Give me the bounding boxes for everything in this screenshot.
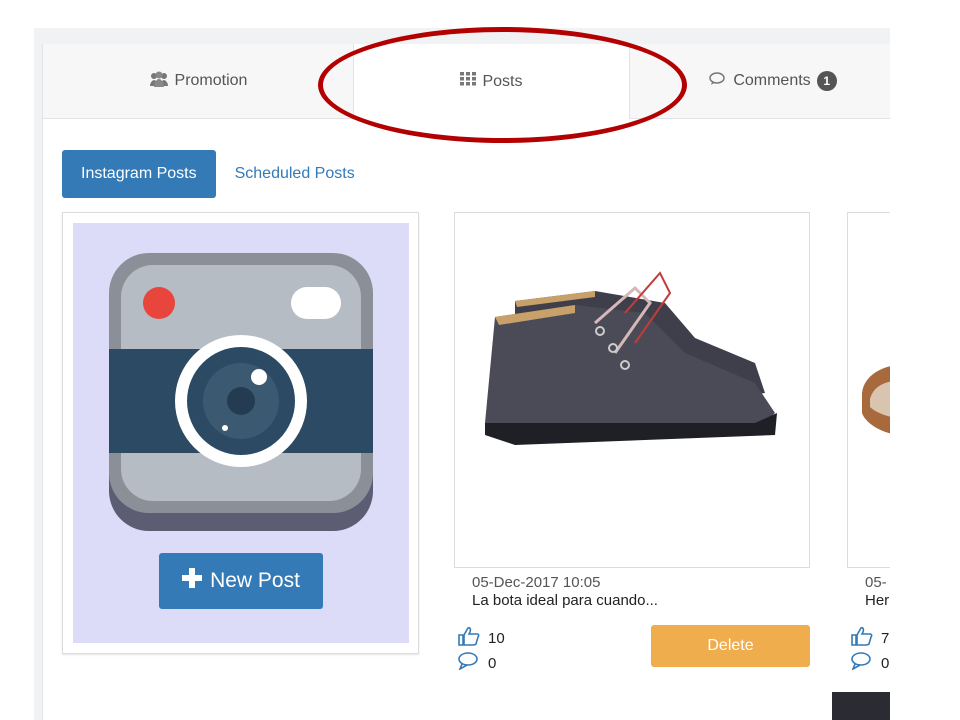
comment-icon[interactable]	[851, 652, 873, 674]
thumbs-up-icon[interactable]	[851, 626, 873, 650]
post-image[interactable]	[847, 212, 890, 568]
comment-icon[interactable]	[458, 652, 480, 674]
thumbs-up-icon[interactable]	[458, 626, 480, 650]
comments-count: 0	[488, 654, 497, 672]
likes-count: 10	[488, 629, 505, 647]
post-meta: 05- Her	[865, 574, 889, 610]
comments-count-badge: 1	[816, 71, 837, 91]
post-caption: Her	[865, 592, 890, 609]
shoe-image	[485, 271, 777, 445]
tab-promotion[interactable]: Promotion	[43, 44, 353, 118]
post-comments: 0	[458, 652, 496, 674]
subtab-instagram-posts[interactable]: Instagram Posts	[62, 150, 216, 198]
new-post-card: New Post	[62, 212, 419, 654]
camera-icon	[109, 253, 373, 538]
likes-count: 7	[881, 629, 890, 647]
post-caption: La bota ideal para cuando...	[472, 592, 658, 609]
chat-tab[interactable]	[832, 692, 890, 720]
new-post-area: New Post	[73, 223, 409, 643]
shoe-image	[862, 366, 890, 434]
post-likes: 7	[851, 626, 889, 650]
users-icon	[149, 71, 169, 92]
delete-post-button[interactable]: Delete	[651, 625, 810, 667]
post-image[interactable]	[454, 212, 810, 568]
post-subtabs: Instagram Posts Scheduled Posts	[62, 150, 374, 198]
comments-count: 0	[881, 654, 890, 672]
new-post-label: New Post	[210, 569, 300, 592]
post-date: 05-	[865, 574, 887, 591]
plus-icon	[182, 568, 203, 594]
post-comments: 0	[851, 652, 889, 674]
post-date: 05-Dec-2017 10:05	[472, 574, 601, 591]
post-likes: 10	[458, 626, 505, 650]
highlight-circle	[318, 27, 687, 143]
subtab-scheduled-posts[interactable]: Scheduled Posts	[216, 150, 374, 198]
comments-icon	[709, 71, 727, 91]
main-panel: Promotion Posts Comments 1 Instagram Pos…	[42, 44, 890, 720]
tab-promotion-label: Promotion	[174, 72, 248, 89]
post-meta: 05-Dec-2017 10:05 La bota ideal para cua…	[472, 574, 658, 610]
tab-comments-label: Comments	[733, 72, 811, 89]
new-post-button[interactable]: New Post	[159, 553, 323, 609]
